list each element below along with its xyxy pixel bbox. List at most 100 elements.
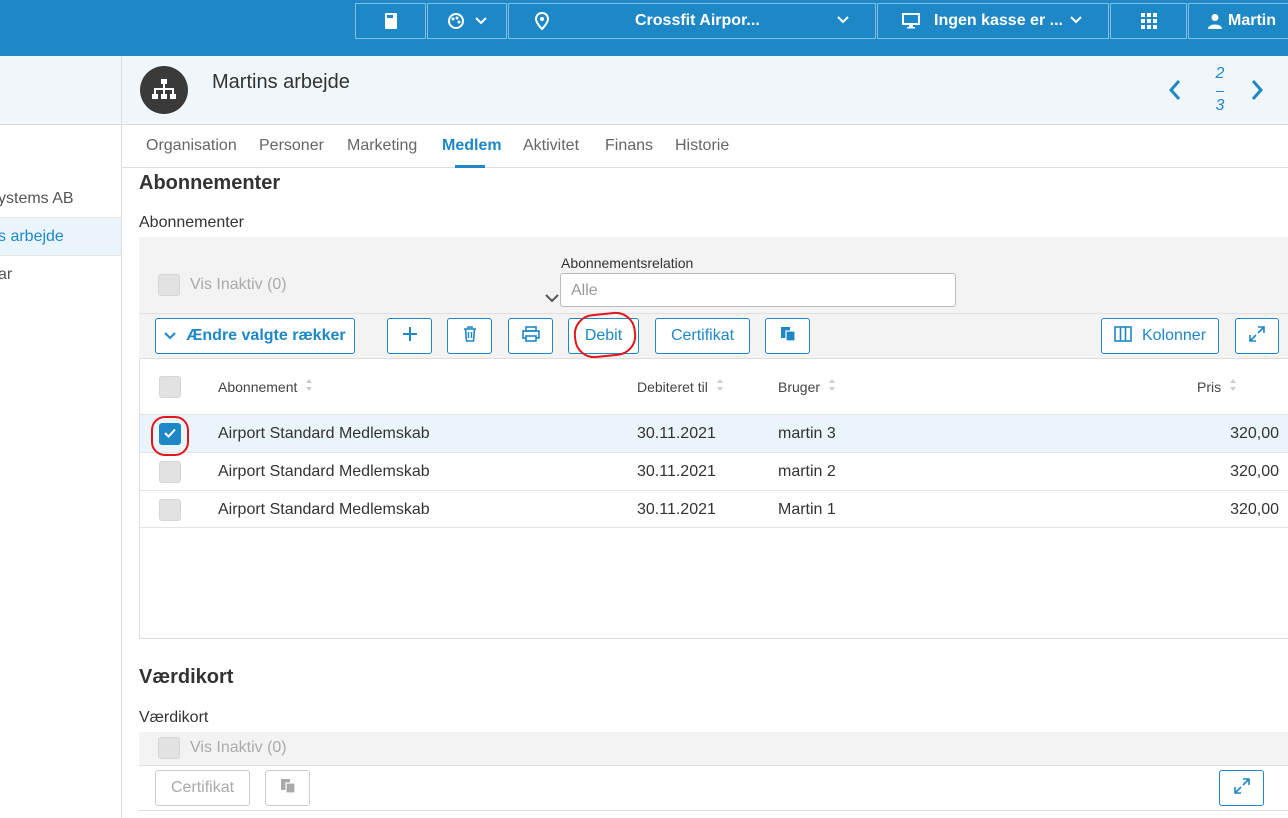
org-chart-icon bbox=[140, 66, 188, 114]
column-header-label: Bruger bbox=[778, 378, 821, 395]
column-header-user[interactable]: Bruger bbox=[778, 378, 836, 395]
chevron-right-icon[interactable] bbox=[1250, 78, 1264, 107]
certificate-label: Certifikat bbox=[170, 779, 235, 796]
cell-price: 320,00 bbox=[1230, 425, 1279, 442]
column-header-debited-to[interactable]: Debiteret til bbox=[637, 378, 724, 395]
value-cards-show-inactive-label: Vis Inaktiv (0) bbox=[190, 739, 287, 756]
chevron-down-icon bbox=[164, 327, 177, 345]
columns-icon bbox=[1114, 325, 1132, 347]
sidebar-item-arbejde[interactable]: s arbejde bbox=[0, 218, 121, 256]
sort-icon bbox=[716, 378, 724, 395]
user-name: Martin bbox=[1228, 12, 1276, 29]
show-inactive-label: Vis Inaktiv (0) bbox=[190, 276, 287, 293]
table-row[interactable]: Airport Standard Medlemskab 30.11.2021 M… bbox=[140, 490, 1288, 528]
chevron-left-icon[interactable] bbox=[1168, 78, 1182, 107]
value-cards-certificate-button[interactable]: Certifikat bbox=[155, 770, 250, 806]
user-icon bbox=[1208, 13, 1222, 29]
columns-label: Kolonner bbox=[1141, 327, 1207, 344]
cell-price: 320,00 bbox=[1230, 501, 1279, 518]
value-cards-subheading: Værdikort bbox=[139, 709, 209, 726]
notebook-button[interactable] bbox=[355, 3, 426, 39]
table-row[interactable]: Airport Standard Medlemskab 30.11.2021 m… bbox=[140, 452, 1288, 490]
tab-historie[interactable]: Historie bbox=[675, 137, 729, 155]
chevron-down-icon bbox=[475, 17, 487, 25]
tab-organisation[interactable]: Organisation bbox=[146, 137, 237, 155]
column-header-subscription[interactable]: Abonnement bbox=[218, 378, 313, 395]
cell-user: martin 2 bbox=[778, 463, 836, 480]
value-cards-show-inactive-checkbox[interactable] bbox=[158, 737, 180, 759]
tab-aktivitet[interactable]: Aktivitet bbox=[523, 137, 579, 155]
sidebar-item-systems[interactable]: ystems AB bbox=[0, 180, 121, 218]
apps-button[interactable] bbox=[1110, 3, 1187, 39]
grid-icon bbox=[1140, 13, 1157, 29]
cell-debited-to: 30.11.2021 bbox=[637, 425, 716, 442]
user-menu[interactable]: Martin bbox=[1188, 3, 1288, 39]
sidebar-header bbox=[0, 56, 121, 125]
location-name: Crossfit Airpor... bbox=[635, 12, 760, 29]
tab-marketing[interactable]: Marketing bbox=[347, 137, 417, 155]
show-inactive-checkbox[interactable] bbox=[158, 274, 180, 296]
copy-button[interactable] bbox=[765, 318, 810, 354]
copy-icon bbox=[280, 778, 296, 799]
sidebar-item-label: ystems AB bbox=[0, 190, 74, 207]
subscriptions-subheading: Abonnementer bbox=[139, 214, 244, 231]
sidebar-item-ar[interactable]: ar bbox=[0, 256, 121, 294]
sidebar: ystems AB s arbejde ar bbox=[0, 56, 122, 818]
cell-subscription: Airport Standard Medlemskab bbox=[218, 425, 430, 442]
column-header-price[interactable]: Pris bbox=[1197, 378, 1237, 395]
delete-button[interactable] bbox=[447, 318, 492, 354]
value-cards-expand-button[interactable] bbox=[1219, 770, 1264, 806]
location-selector[interactable]: Crossfit Airpor... bbox=[508, 3, 876, 39]
cell-user: Martin 1 bbox=[778, 501, 836, 518]
certificate-button[interactable]: Certifikat bbox=[655, 318, 750, 354]
row-checkbox[interactable] bbox=[159, 461, 181, 483]
sidebar-item-label: ar bbox=[0, 266, 13, 283]
row-checkbox[interactable] bbox=[159, 499, 181, 521]
monitor-icon bbox=[902, 13, 920, 29]
cell-debited-to: 30.11.2021 bbox=[637, 463, 716, 480]
cell-user: martin 3 bbox=[778, 425, 836, 442]
register-name: Ingen kasse er ... bbox=[934, 12, 1063, 29]
column-header-label: Debiteret til bbox=[637, 378, 708, 395]
table-row[interactable]: Airport Standard Medlemskab 30.11.2021 m… bbox=[140, 414, 1288, 452]
value-cards-table-edge bbox=[139, 810, 1288, 818]
relation-label: Abonnementsrelation bbox=[561, 255, 694, 271]
expand-button[interactable] bbox=[1235, 318, 1279, 354]
value-cards-filter-panel bbox=[139, 732, 1288, 766]
subscriptions-heading: Abonnementer bbox=[139, 172, 281, 194]
select-all-checkbox[interactable] bbox=[159, 376, 181, 398]
columns-button[interactable]: Kolonner bbox=[1101, 318, 1219, 354]
expand-icon bbox=[1233, 777, 1250, 799]
cell-debited-to: 30.11.2021 bbox=[637, 501, 716, 518]
annotation-circle-checkbox bbox=[151, 416, 189, 456]
value-cards-copy-button[interactable] bbox=[265, 770, 310, 806]
notebook-icon bbox=[384, 12, 398, 30]
cell-subscription: Airport Standard Medlemskab bbox=[218, 501, 430, 518]
add-button[interactable] bbox=[387, 318, 432, 354]
copy-icon bbox=[780, 326, 796, 347]
register-selector[interactable]: Ingen kasse er ... bbox=[877, 3, 1109, 39]
palette-icon bbox=[447, 12, 465, 30]
cell-price: 320,00 bbox=[1230, 463, 1279, 480]
pager-divider bbox=[1216, 91, 1224, 92]
top-bar: Crossfit Airpor... Ingen kasse er ... Ma… bbox=[0, 0, 1288, 56]
page-header: Martins arbejde 2 3 bbox=[122, 56, 1288, 125]
printer-icon bbox=[521, 325, 540, 347]
relation-select[interactable]: Alle bbox=[545, 273, 956, 307]
pager-total: 3 bbox=[1215, 97, 1225, 114]
change-selected-rows-button[interactable]: Ændre valgte rækker bbox=[155, 318, 355, 354]
relation-value: Alle bbox=[571, 282, 598, 299]
print-button[interactable] bbox=[508, 318, 553, 354]
chevron-down-icon bbox=[837, 16, 849, 24]
page-title: Martins arbejde bbox=[212, 71, 350, 93]
tab-bar: Organisation Personer Marketing Medlem A… bbox=[122, 125, 1288, 168]
subscriptions-table: Abonnement Debiteret til Bruger Pris Air… bbox=[139, 358, 1288, 639]
plus-icon bbox=[402, 326, 418, 347]
tools-button[interactable] bbox=[427, 3, 507, 39]
column-header-label: Abonnement bbox=[218, 378, 298, 395]
tab-personer[interactable]: Personer bbox=[259, 137, 324, 155]
cell-subscription: Airport Standard Medlemskab bbox=[218, 463, 430, 480]
tab-finans[interactable]: Finans bbox=[605, 137, 653, 155]
tab-medlem[interactable]: Medlem bbox=[442, 137, 502, 155]
trash-icon bbox=[463, 325, 477, 347]
